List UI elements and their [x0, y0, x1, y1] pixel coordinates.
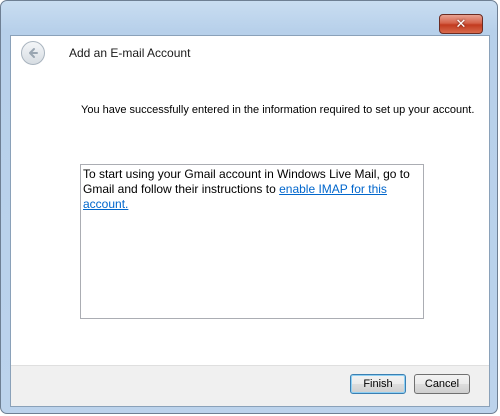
info-text-box[interactable]: To start using your Gmail account in Win…	[80, 164, 424, 319]
back-button[interactable]	[21, 41, 45, 65]
dialog-window: ✕ Add an E-mail Account You have success…	[0, 0, 498, 414]
success-message: You have successfully entered in the inf…	[81, 104, 475, 116]
dialog-content: Add an E-mail Account You have successfu…	[10, 35, 490, 407]
dialog-footer: Finish Cancel	[11, 365, 489, 406]
close-button[interactable]: ✕	[439, 14, 483, 34]
back-arrow-icon	[29, 48, 38, 58]
cancel-button[interactable]: Cancel	[414, 374, 470, 394]
finish-button[interactable]: Finish	[350, 374, 406, 394]
close-icon: ✕	[455, 16, 467, 32]
dialog-title: Add an E-mail Account	[69, 46, 191, 60]
dialog-header: Add an E-mail Account	[11, 36, 489, 70]
